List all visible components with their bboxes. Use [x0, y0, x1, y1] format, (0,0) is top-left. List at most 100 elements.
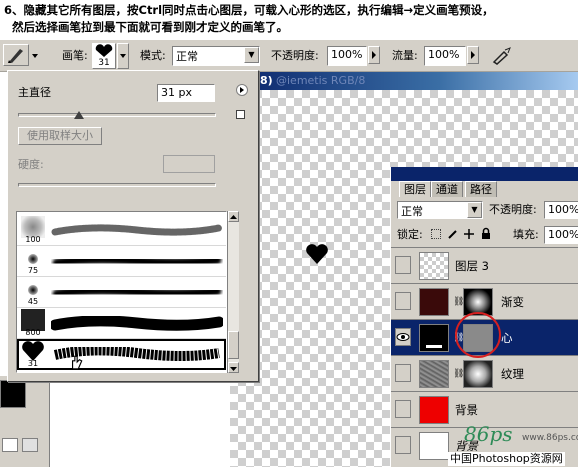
preset-dropdown-arrow-icon[interactable]	[31, 50, 39, 62]
lock-label: 锁定:	[397, 228, 423, 241]
quick-mask-icon[interactable]	[22, 438, 38, 452]
visibility-toggle[interactable]	[395, 364, 411, 382]
brush-list-scrollbar[interactable]	[227, 211, 239, 373]
heart-shape	[306, 244, 328, 264]
tab-layers[interactable]: 图层	[399, 181, 431, 197]
visibility-eye-icon[interactable]	[395, 328, 411, 346]
opacity-field[interactable]: 100%	[327, 46, 367, 66]
scroll-thumb[interactable]	[228, 331, 239, 359]
brush-size-label: 31	[27, 359, 39, 368]
foreground-color-swatch[interactable]	[0, 380, 26, 408]
visibility-toggle[interactable]	[395, 292, 411, 310]
link-chain-icon: ⛓	[453, 297, 465, 307]
brush-size-readout: 31	[98, 58, 110, 68]
tab-channels[interactable]: 通道	[431, 181, 463, 197]
heart-brush-icon	[95, 44, 113, 57]
hardness-slider-track	[18, 183, 216, 187]
layer-thumbnail	[419, 432, 449, 460]
link-chain-icon: ⛓	[453, 369, 465, 379]
watermark-brand: 86ps	[464, 422, 513, 446]
use-sample-size-button[interactable]: 使用取样大小	[18, 127, 102, 145]
brush-preset-row[interactable]: 31	[17, 339, 226, 370]
master-diameter-field[interactable]: 31 px	[157, 84, 215, 102]
document-title-bar[interactable]: @iemetis RGB/8 8)	[230, 72, 578, 90]
lock-pixels-icon[interactable]	[447, 228, 459, 240]
layer-thumbnail	[419, 396, 449, 424]
brush-preset-row[interactable]: 45	[17, 277, 226, 308]
document-title-partial: @iemetis RGB/8	[276, 74, 366, 87]
blend-mode-select[interactable]: 正常 ▼	[397, 201, 483, 219]
watermark-footer: 中国Photoshop资源网	[448, 452, 565, 466]
layer-name: 纹理	[501, 367, 524, 381]
chevron-down-icon: ▼	[467, 202, 482, 218]
hand-cursor-icon	[72, 355, 83, 370]
resize-icon[interactable]	[236, 110, 245, 119]
brush-tip-dot	[28, 253, 38, 264]
document-title-fragment: 8)	[260, 74, 273, 87]
chevron-down-icon: ▼	[244, 47, 259, 63]
layer-name: 渐变	[501, 295, 524, 309]
layer-row-layer3[interactable]: 图层 3	[391, 247, 578, 283]
brush-size-label: 100	[25, 235, 41, 244]
quick-mask-standard-icon[interactable]	[2, 438, 18, 452]
visibility-toggle[interactable]	[395, 256, 411, 274]
fill-label: 填充:	[513, 228, 539, 241]
hardness-field	[163, 155, 215, 173]
blend-mode-value: 正常	[401, 205, 423, 218]
flow-field[interactable]: 100%	[424, 46, 466, 66]
fill-field[interactable]: 100%	[544, 226, 578, 244]
brush-stroke-preview	[49, 315, 225, 331]
layer-opacity-label: 不透明度:	[489, 203, 537, 216]
panel-title-bar[interactable]	[391, 167, 578, 181]
flow-label: 流量:	[392, 49, 418, 62]
brush-size-label: 75	[27, 266, 39, 275]
brush-preset-row[interactable]: 800	[17, 308, 226, 339]
instruction-line-1: 6、隐藏其它所有图层，按Ctrl同时点击心图层，可载入心形的选区，执行编辑→定义…	[4, 3, 494, 17]
chevron-down-icon	[120, 54, 126, 58]
layer-row-texture[interactable]: ⛓ 纹理	[391, 355, 578, 391]
diameter-slider-track[interactable]	[18, 113, 216, 117]
airbrush-icon[interactable]	[490, 46, 514, 66]
scroll-down-icon[interactable]	[228, 362, 239, 373]
layer-thumbnail-bar	[426, 345, 442, 348]
flow-arrow-icon[interactable]	[467, 46, 479, 64]
brush-preset-list: 100 75 45 800 31	[16, 211, 227, 373]
mode-select[interactable]: 正常 ▼	[172, 46, 260, 66]
layer-opacity-field[interactable]: 100%	[544, 201, 578, 219]
layer-thumbnail	[419, 360, 449, 388]
master-diameter-label: 主直径	[18, 86, 51, 99]
layer-name: 心	[501, 331, 513, 345]
brush-preview-button[interactable]: 31	[92, 43, 116, 69]
lock-position-icon[interactable]	[463, 228, 475, 240]
visibility-toggle[interactable]	[395, 436, 411, 454]
tool-options-bar: 画笔: 31 模式: 正常 ▼ 不透明度: 100% 流量: 100%	[0, 40, 578, 72]
lock-all-icon[interactable]	[480, 227, 492, 240]
instruction-line-2: 然后选择画笔拉到最下面就可看到刚才定义的画笔了。	[12, 20, 288, 34]
lock-transparency-icon[interactable]	[431, 229, 441, 239]
panel-menu-icon[interactable]	[236, 84, 248, 96]
instruction-text: 6、隐藏其它所有图层，按Ctrl同时点击心图层，可载入心形的选区，执行编辑→定义…	[0, 0, 578, 40]
tab-paths[interactable]: 路径	[465, 181, 497, 197]
brush-picker-arrow[interactable]	[117, 43, 129, 69]
brush-icon	[8, 49, 23, 63]
watermark-footer-text: 中国Photoshop资源网	[450, 452, 563, 465]
layer-name: 背景	[455, 403, 478, 417]
brush-stroke-preview	[51, 254, 223, 268]
brush-picker-popup: 主直径 31 px 使用取样大小 硬度: 100 75 45 800 31	[7, 70, 259, 382]
opacity-label: 不透明度:	[271, 49, 319, 62]
toolbox-strip	[0, 376, 50, 467]
scroll-up-icon[interactable]	[228, 211, 239, 222]
brush-preset-row[interactable]: 75	[17, 246, 226, 277]
annotation-circle	[455, 312, 501, 358]
visibility-toggle[interactable]	[395, 400, 411, 418]
diameter-slider-thumb[interactable]	[74, 111, 84, 119]
opacity-arrow-icon[interactable]	[368, 46, 380, 64]
brush-stroke-preview	[51, 285, 223, 299]
brush-preset-row[interactable]: 100	[17, 215, 226, 246]
layer-thumbnail	[419, 324, 449, 352]
layer-thumbnail	[419, 252, 449, 280]
mode-label: 模式:	[140, 49, 166, 62]
layer-name: 图层 3	[455, 259, 489, 273]
watermark-url: www.86ps.com	[522, 433, 578, 443]
brush-tool-preset-button[interactable]	[3, 44, 29, 66]
